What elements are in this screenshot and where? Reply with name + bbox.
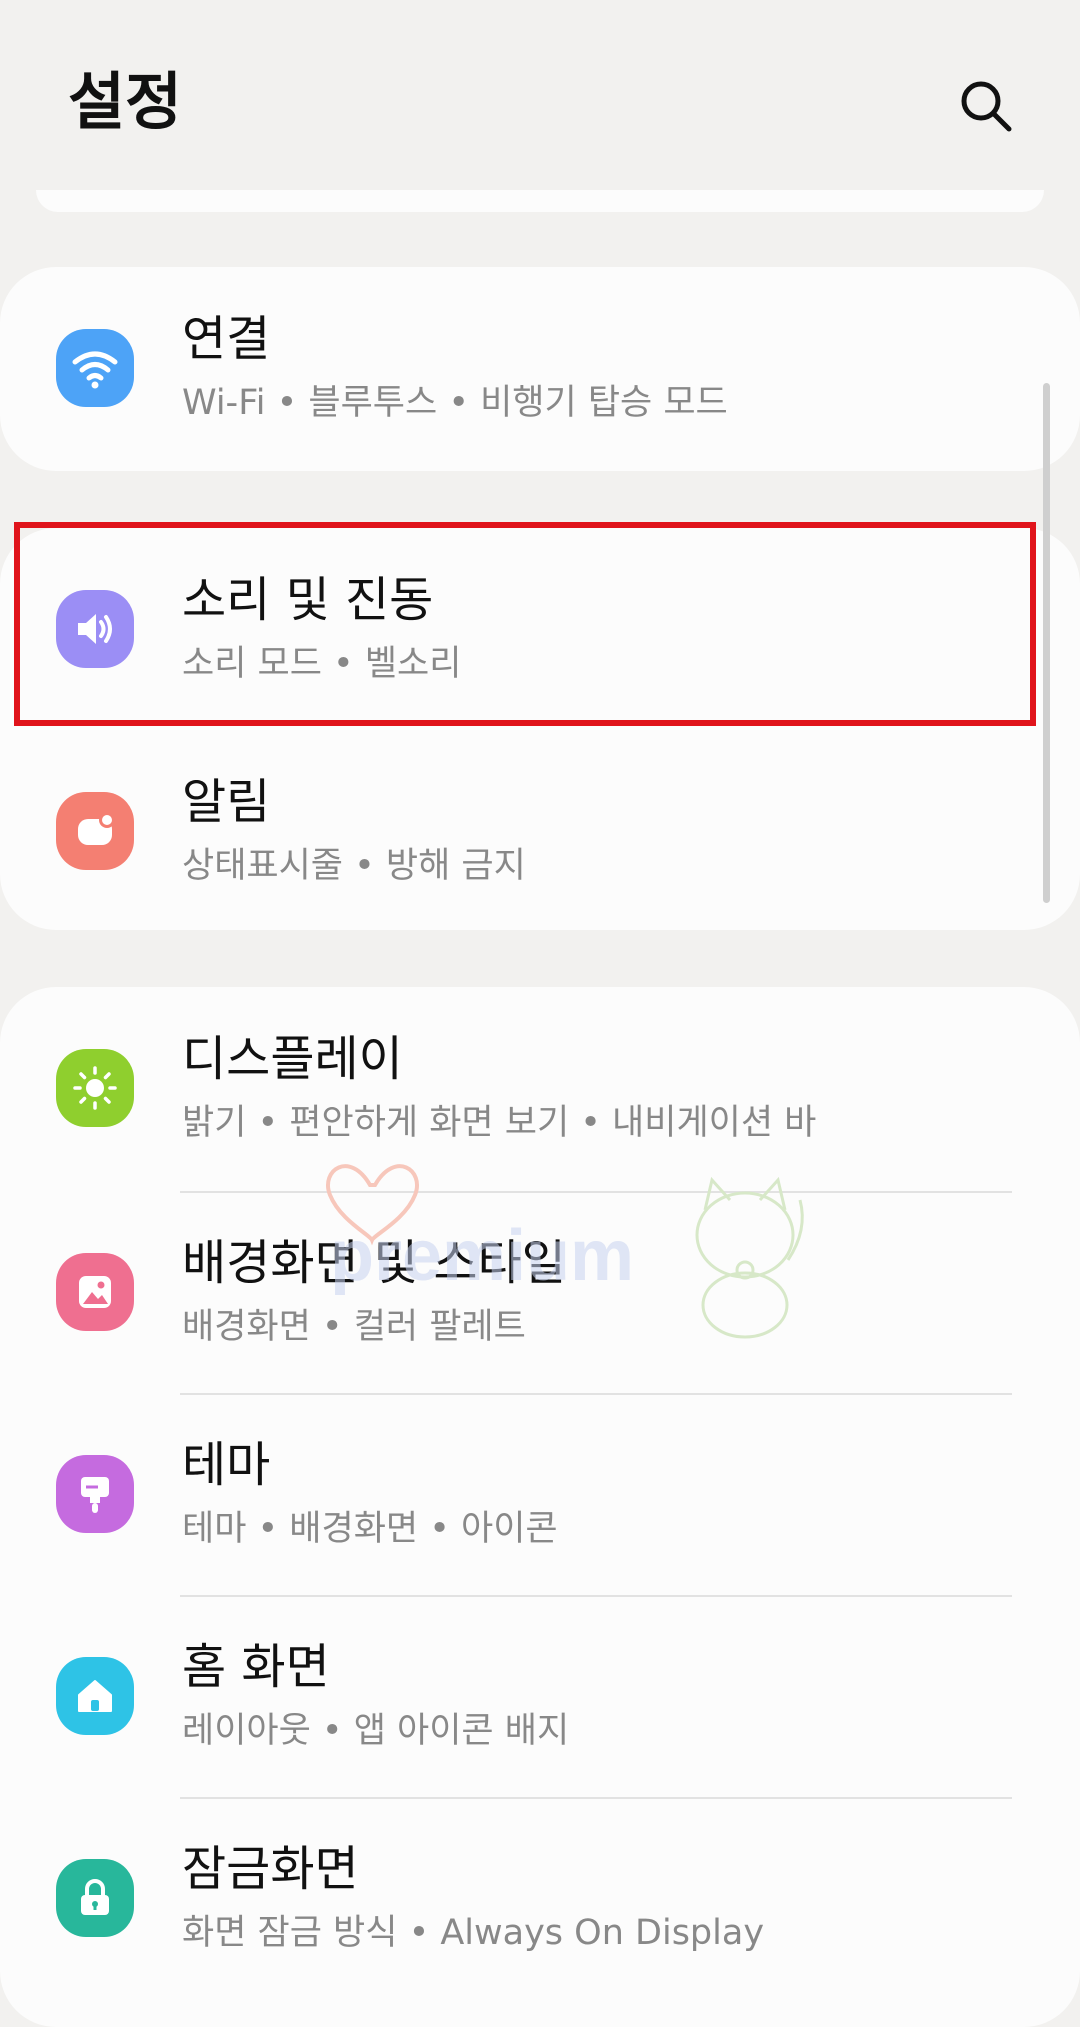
notification-icon <box>56 792 134 870</box>
item-subtitle: 레이아웃 • 앱 아이콘 배지 <box>182 1711 570 1751</box>
selection-highlight-box <box>14 522 1036 726</box>
search-icon <box>961 81 1012 132</box>
settings-card-connections: 연결 Wi-Fi • 블루투스 • 비행기 탑승 모드 <box>0 267 1080 471</box>
item-title: 알림 <box>182 774 271 830</box>
item-title: 홈 화면 <box>182 1639 330 1695</box>
search-button[interactable] <box>948 68 1024 144</box>
item-subtitle: 테마 • 배경화면 • 아이콘 <box>182 1509 558 1549</box>
settings-item-lockscreen[interactable]: 잠금화면 화면 잠금 방식 • Always On Display <box>0 1797 1080 1999</box>
home-icon <box>56 1657 134 1735</box>
settings-item-connections[interactable]: 연결 Wi-Fi • 블루투스 • 비행기 탑승 모드 <box>0 267 1080 469</box>
settings-item-wallpaper[interactable]: 배경화면 및 스타일 배경화면 • 컬러 팔레트 <box>0 1191 1080 1393</box>
scrollbar[interactable] <box>1043 383 1050 903</box>
paintbrush-icon <box>56 1455 134 1533</box>
item-subtitle: 밝기 • 편안하게 화면 보기 • 내비게이션 바 <box>182 1103 817 1143</box>
settings-item-display[interactable]: 디스플레이 밝기 • 편안하게 화면 보기 • 내비게이션 바 <box>0 987 1080 1189</box>
image-icon <box>56 1253 134 1331</box>
settings-item-notifications[interactable]: 알림 상태표시줄 • 방해 금지 <box>0 730 1080 932</box>
item-subtitle: 상태표시줄 • 방해 금지 <box>182 846 526 886</box>
item-subtitle: 화면 잠금 방식 • Always On Display <box>182 1913 765 1953</box>
item-subtitle: 배경화면 • 컬러 팔레트 <box>182 1307 526 1347</box>
settings-card-display: 디스플레이 밝기 • 편안하게 화면 보기 • 내비게이션 바 배경화면 및 스… <box>0 987 1080 2027</box>
item-title: 배경화면 및 스타일 <box>182 1235 566 1291</box>
item-title: 테마 <box>182 1437 271 1493</box>
item-title: 연결 <box>182 311 271 367</box>
wifi-icon <box>56 329 134 407</box>
item-subtitle: Wi-Fi • 블루투스 • 비행기 탑승 모드 <box>182 383 728 423</box>
page-title: 설정 <box>68 65 183 138</box>
settings-item-home[interactable]: 홈 화면 레이아웃 • 앱 아이콘 배지 <box>0 1595 1080 1797</box>
lock-icon <box>56 1859 134 1937</box>
settings-item-themes[interactable]: 테마 테마 • 배경화면 • 아이콘 <box>0 1393 1080 1595</box>
item-title: 디스플레이 <box>182 1031 403 1087</box>
item-title: 잠금화면 <box>182 1841 359 1897</box>
previous-card-edge <box>36 190 1044 212</box>
sun-icon <box>56 1049 134 1127</box>
